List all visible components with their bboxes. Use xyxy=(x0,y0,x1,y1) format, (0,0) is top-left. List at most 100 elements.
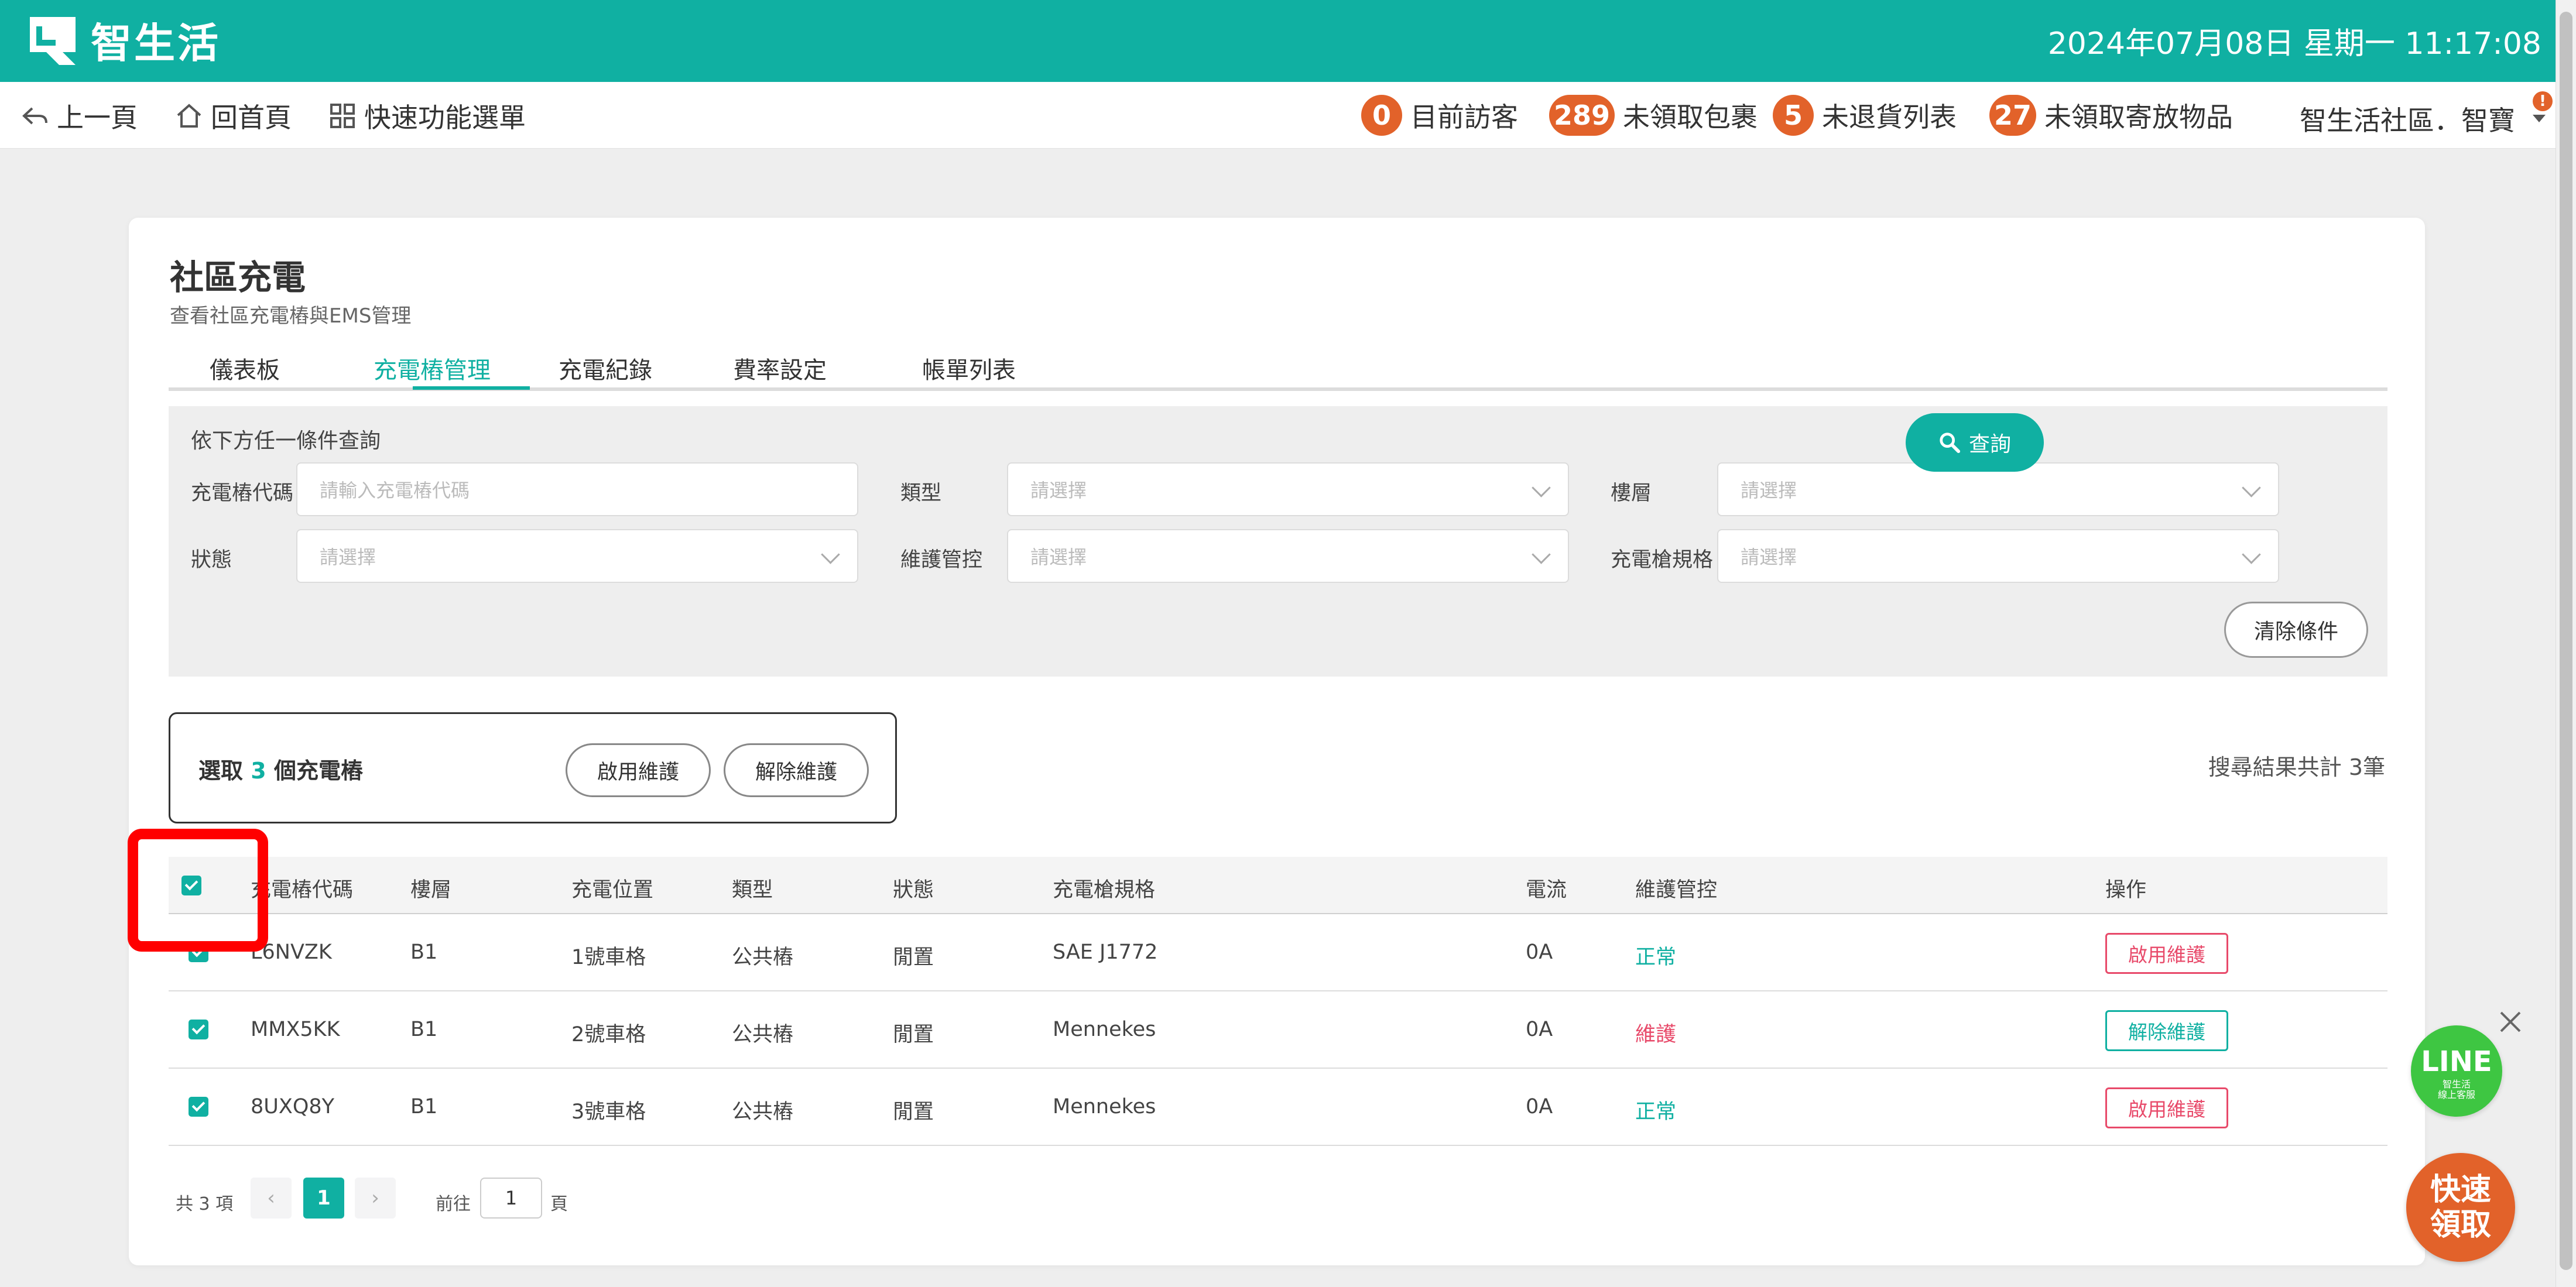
type-select[interactable]: 請選擇 xyxy=(1007,462,1569,516)
nav-bar: 上一頁 回首頁 快速功能選單 0 目前訪客 289 未領取包裹 5 未退貨列表 … xyxy=(0,82,2556,149)
disable-maintenance-button[interactable]: 解除維護 xyxy=(2105,1010,2228,1051)
type-select-placeholder: 請選擇 xyxy=(1030,479,1087,502)
tab-rate-settings[interactable]: 費率設定 xyxy=(733,351,827,385)
quick-pickup-button[interactable]: 快速 領取 xyxy=(2406,1153,2515,1262)
stat-packages[interactable]: 289 未領取包裹 xyxy=(1549,95,1758,136)
community-selector[interactable]: 智生活社區．智寶 ! xyxy=(2300,91,2553,138)
filter-title: 依下方任一條件查詢 xyxy=(191,429,381,453)
line-sub-brand: 智生活 xyxy=(2442,1079,2471,1090)
visitors-count-badge: 0 xyxy=(1361,95,1402,136)
status-select-placeholder: 請選擇 xyxy=(320,546,376,568)
page-subtitle: 查看社區充電樁與EMS管理 xyxy=(170,304,412,328)
bulk-disable-maintenance-button[interactable]: 解除維護 xyxy=(724,743,869,797)
brand-name: 智生活 xyxy=(91,19,221,67)
cell-status: 閒置 xyxy=(893,1023,934,1046)
table-row: MMX5KK B1 2號車格 公共樁 閒置 Mennekes 0A 維護 解除維… xyxy=(169,991,2387,1069)
next-page-button[interactable]: › xyxy=(355,1178,396,1219)
brand-logo[interactable]: 智生活 xyxy=(26,11,221,69)
home-link[interactable]: 回首頁 xyxy=(174,99,292,133)
cell-type: 公共樁 xyxy=(732,946,794,969)
charger-code-input[interactable]: 請輸入充電樁代碼 xyxy=(296,462,858,516)
returns-count-badge: 5 xyxy=(1773,95,1814,136)
prev-page-button[interactable]: ‹ xyxy=(251,1178,292,1219)
cell-maintenance: 正常 xyxy=(1635,946,1677,969)
cell-maintenance: 維護 xyxy=(1635,1023,1677,1046)
alert-badge: ! xyxy=(2533,91,2553,111)
maintenance-select-placeholder: 請選擇 xyxy=(1030,546,1087,568)
deposits-count-badge: 27 xyxy=(1989,95,2037,136)
filter-panel: 依下方任一條件查詢 充電樁代碼 請輸入充電樁代碼 類型 請選擇 樓層 請選擇 狀… xyxy=(169,406,2387,677)
header-maintenance: 維護管控 xyxy=(1635,878,1718,902)
visitors-label: 目前訪客 xyxy=(1410,101,1518,133)
table-header: 充電樁代碼 樓層 充電位置 類型 狀態 充電槍規格 電流 維護管控 操作 xyxy=(169,857,2387,914)
stat-returns[interactable]: 5 未退貨列表 xyxy=(1773,95,1957,136)
packages-count-badge: 289 xyxy=(1549,95,1615,136)
cell-connector: Mennekes xyxy=(1053,1018,1156,1041)
chevron-down-icon xyxy=(2242,478,2261,497)
back-icon xyxy=(22,107,47,125)
query-button[interactable]: 查詢 xyxy=(1906,413,2044,472)
filter-label-status: 狀態 xyxy=(191,548,232,572)
tab-bar: 儀表板 充電樁管理 充電紀錄 費率設定 帳單列表 xyxy=(169,351,2387,391)
enable-maintenance-button[interactable]: 啟用維護 xyxy=(2105,933,2228,974)
header-action: 操作 xyxy=(2105,878,2147,902)
header-current: 電流 xyxy=(1526,878,1567,902)
line-sub-service: 線上客服 xyxy=(2437,1089,2475,1100)
header-position: 充電位置 xyxy=(571,878,654,902)
highlight-annotation xyxy=(128,829,268,952)
enable-maintenance-button[interactable]: 啟用維護 xyxy=(2105,1087,2228,1128)
bulk-enable-maintenance-button[interactable]: 啟用維護 xyxy=(566,743,711,797)
goto-page-input[interactable]: 1 xyxy=(480,1178,542,1219)
tab-charger-management[interactable]: 充電樁管理 xyxy=(374,351,491,385)
back-link[interactable]: 上一頁 xyxy=(20,99,138,133)
quick-pickup-line2: 領取 xyxy=(2430,1207,2491,1243)
cell-current: 0A xyxy=(1526,1095,1553,1118)
tab-billing-list[interactable]: 帳單列表 xyxy=(922,351,1016,385)
cell-status: 閒置 xyxy=(893,946,934,969)
stat-deposits[interactable]: 27 未領取寄放物品 xyxy=(1989,95,2233,136)
home-icon xyxy=(177,104,201,128)
chevron-down-icon xyxy=(821,545,840,564)
line-label: LINE xyxy=(2421,1045,2492,1078)
row-checkbox[interactable] xyxy=(189,1020,208,1039)
status-select[interactable]: 請選擇 xyxy=(296,529,858,583)
line-sublabel: 智生活 線上客服 xyxy=(2411,1079,2502,1100)
tab-dashboard[interactable]: 儀表板 xyxy=(210,351,280,385)
connector-select-placeholder: 請選擇 xyxy=(1741,546,1797,568)
filter-label-maintenance: 維護管控 xyxy=(900,548,983,572)
header-status: 狀態 xyxy=(893,878,934,902)
table-row: 8UXQ8Y B1 3號車格 公共樁 閒置 Mennekes 0A 正常 啟用維… xyxy=(169,1069,2387,1146)
header-type: 類型 xyxy=(732,878,773,902)
row-checkbox[interactable] xyxy=(189,1097,208,1117)
grid-icon xyxy=(330,104,355,128)
filter-label-code: 充電樁代碼 xyxy=(191,482,294,505)
active-tab-indicator xyxy=(413,386,530,390)
search-icon xyxy=(1940,433,1961,454)
quick-menu-link[interactable]: 快速功能選單 xyxy=(328,99,526,133)
close-icon[interactable] xyxy=(2496,1008,2524,1036)
connector-select[interactable]: 請選擇 xyxy=(1717,529,2279,583)
cell-position: 2號車格 xyxy=(571,1023,646,1046)
stat-visitors[interactable]: 0 目前訪客 xyxy=(1361,95,1518,136)
page-1-button[interactable]: 1 xyxy=(303,1178,344,1219)
maintenance-select[interactable]: 請選擇 xyxy=(1007,529,1569,583)
selection-action-box: 選取 3 個充電樁 啟用維護 解除維護 xyxy=(169,712,897,823)
selection-count: 3 xyxy=(251,758,266,784)
cell-status: 閒置 xyxy=(893,1100,934,1124)
cell-floor: B1 xyxy=(410,941,438,964)
clear-filters-button[interactable]: 清除條件 xyxy=(2224,602,2368,658)
line-support-button[interactable]: LINE 智生活 線上客服 xyxy=(2411,1025,2502,1117)
returns-label: 未退貨列表 xyxy=(1822,101,1957,133)
cell-code: 8UXQ8Y xyxy=(251,1095,335,1118)
home-label: 回首頁 xyxy=(211,102,292,133)
tab-charging-records[interactable]: 充電紀錄 xyxy=(559,351,652,385)
selection-prefix: 選取 xyxy=(198,758,244,784)
main-card: 社區充電 查看社區充電樁與EMS管理 儀表板 充電樁管理 充電紀錄 費率設定 帳… xyxy=(129,218,2425,1265)
page-scrollbar[interactable] xyxy=(2556,0,2576,1287)
scrollbar-thumb[interactable] xyxy=(2560,12,2572,1270)
cell-maintenance: 正常 xyxy=(1635,1100,1677,1124)
selection-suffix: 個充電樁 xyxy=(273,758,363,784)
community-name: 智生活社區．智寶 xyxy=(2300,105,2515,136)
cell-current: 0A xyxy=(1526,1018,1553,1041)
goto-prefix: 前往 xyxy=(436,1194,471,1214)
